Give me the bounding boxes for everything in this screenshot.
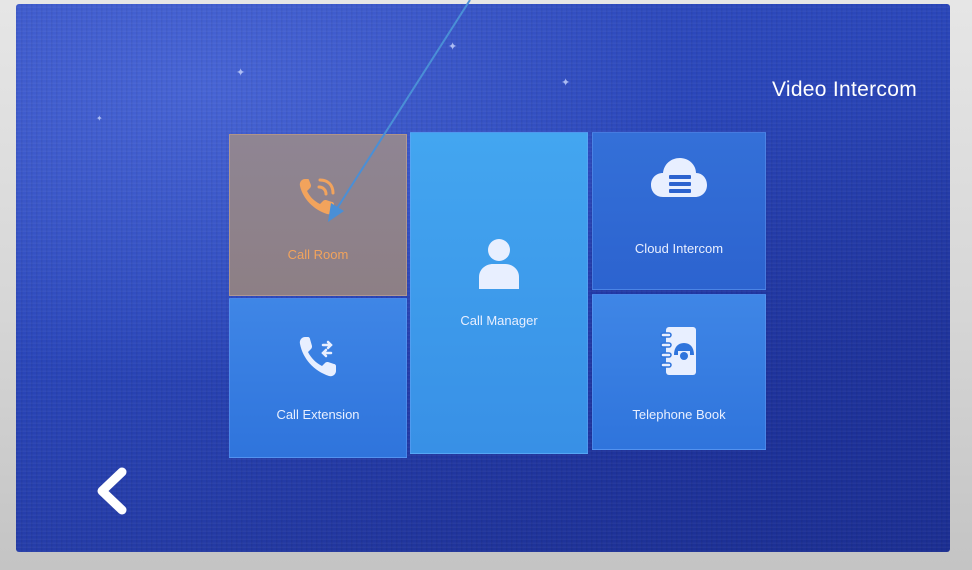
call-manager-tile[interactable]: Call Manager [410, 132, 588, 454]
phonebook-icon [660, 327, 696, 375]
cloud-intercom-tile[interactable]: Cloud Intercom [592, 132, 766, 290]
telephone-book-label: Telephone Book [632, 407, 726, 422]
call-manager-label: Call Manager [460, 313, 538, 328]
star-decoration: ✦ [96, 114, 103, 123]
cloud-intercom-label: Cloud Intercom [634, 241, 724, 256]
call-room-tile[interactable]: Call Room [229, 134, 407, 296]
back-button[interactable] [88, 466, 138, 516]
star-decoration: ✦ [561, 77, 571, 89]
person-icon [479, 239, 519, 289]
star-decoration: ✦ [448, 41, 458, 53]
call-room-label: Call Room [287, 247, 349, 262]
intercom-screen: ✦ ✦ ✦ ✦ Video Intercom Call Room Call Ma… [16, 4, 950, 552]
app-title: Video Intercom [771, 78, 917, 101]
telephone-book-tile[interactable]: Telephone Book [592, 294, 766, 450]
call-extension-label: Call Extension [276, 407, 360, 422]
star-decoration: ✦ [236, 67, 246, 79]
phone-ringing-icon [299, 178, 335, 215]
phone-transfer-icon [299, 337, 336, 377]
chevron-left-icon [97, 467, 127, 515]
call-extension-tile[interactable]: Call Extension [229, 298, 407, 458]
cloud-server-icon [651, 158, 707, 197]
